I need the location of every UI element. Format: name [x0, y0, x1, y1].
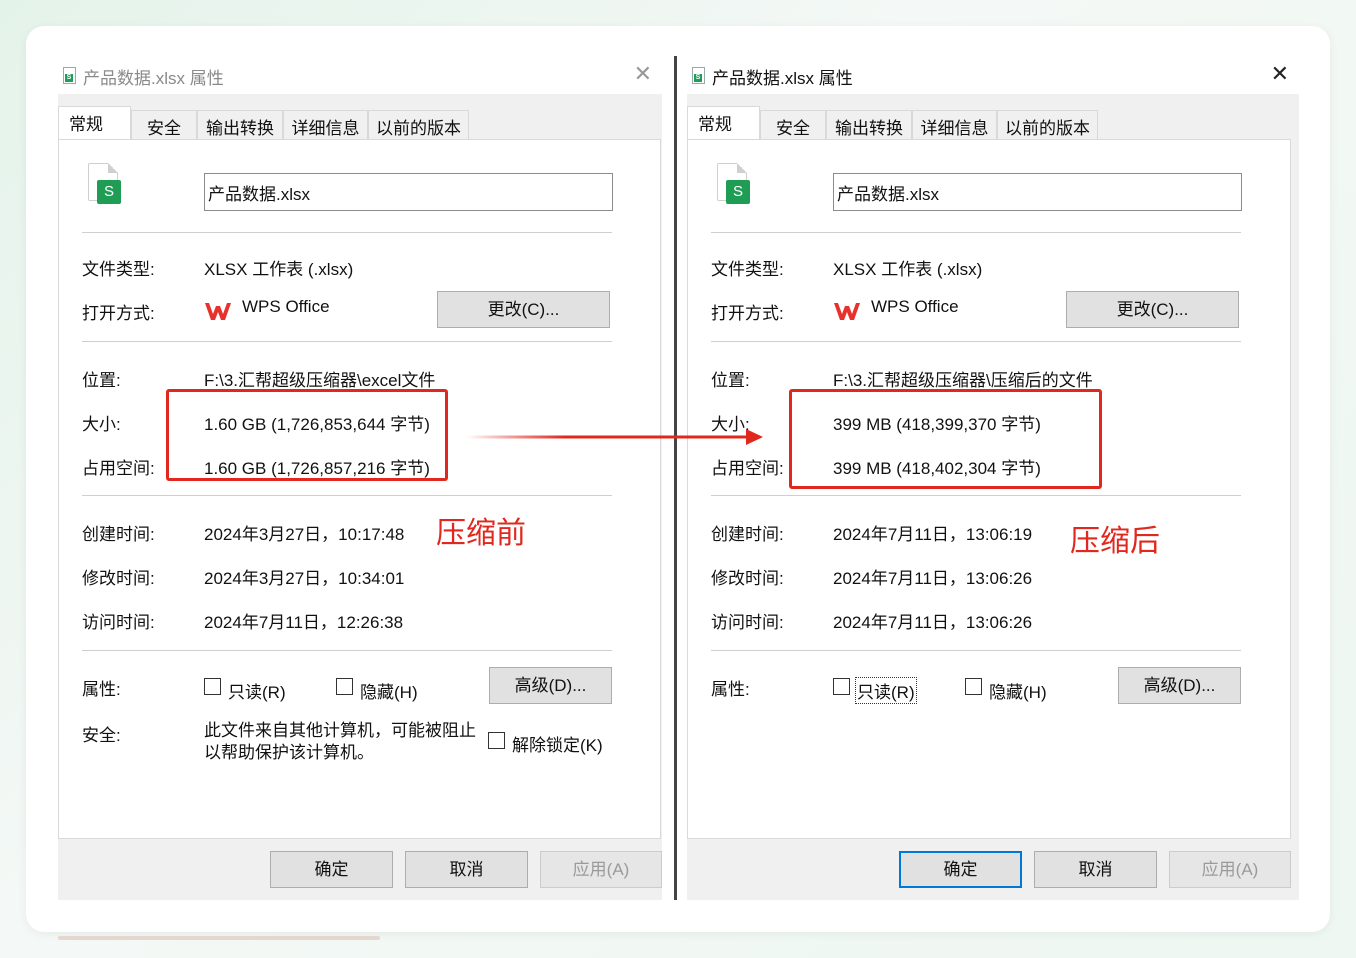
location-label: 位置: [82, 371, 121, 390]
file-type-label: 文件类型: [711, 260, 784, 279]
readonly-checkbox[interactable] [204, 678, 221, 695]
title-bar: 产品数据.xlsx 属性 ✕ [687, 56, 1299, 94]
tab-previous-versions[interactable]: 以前的版本 [997, 110, 1098, 139]
tab-general[interactable]: 常规 [58, 106, 131, 140]
hidden-label[interactable]: 隐藏(H) [989, 678, 1047, 703]
accessed-label: 访问时间: [82, 613, 155, 632]
spreadsheet-file-icon [692, 67, 705, 84]
tab-security[interactable]: 安全 [760, 110, 826, 139]
before-compression-label: 压缩前 [436, 517, 526, 550]
advanced-button[interactable]: 高级(D)... [1118, 667, 1241, 704]
security-message: 此文件来自其他计算机，可能被阻止以帮助保护该计算机。 [204, 721, 476, 762]
change-button[interactable]: 更改(C)... [1066, 291, 1239, 328]
cancel-button[interactable]: 取消 [1034, 851, 1157, 888]
hidden-checkbox[interactable] [336, 678, 353, 695]
hidden-checkbox[interactable] [965, 678, 982, 695]
size-on-disk-label: 占用空间: [711, 459, 784, 478]
divider [711, 341, 1241, 342]
general-panel: S 文件类型: XLSX 工作表 (.xlsx) 打开方式: WPS Offic… [58, 139, 661, 839]
dialog-title: 产品数据.xlsx 属性 [83, 69, 224, 88]
created-label: 创建时间: [711, 525, 784, 544]
readonly-label[interactable]: 只读(R) [855, 677, 917, 704]
location-value: F:\3.汇帮超级压缩器\excel文件 [204, 371, 436, 390]
hidden-label[interactable]: 隐藏(H) [360, 678, 418, 703]
tab-details[interactable]: 详细信息 [283, 110, 368, 139]
created-value: 2024年7月11日，13:06:19 [833, 525, 1033, 544]
spreadsheet-file-icon: S [88, 163, 121, 204]
title-bar: 产品数据.xlsx 属性 ✕ [58, 56, 662, 94]
general-panel: S 文件类型: XLSX 工作表 (.xlsx) 打开方式: WPS Offic… [687, 139, 1291, 839]
divider [711, 232, 1241, 233]
size-label: 大小: [82, 415, 121, 434]
highlight-box-after [789, 389, 1102, 489]
attributes-label: 属性: [82, 680, 121, 699]
window-separator [674, 56, 677, 900]
file-name-input[interactable] [204, 173, 613, 211]
dialog-title: 产品数据.xlsx 属性 [712, 69, 853, 88]
readonly-checkbox[interactable] [833, 678, 850, 695]
spreadsheet-file-icon: S [717, 163, 750, 204]
file-type-value: XLSX 工作表 (.xlsx) [204, 260, 354, 279]
readonly-label[interactable]: 只读(R) [228, 678, 286, 703]
file-type-label: 文件类型: [82, 260, 155, 279]
tab-general[interactable]: 常规 [687, 106, 760, 140]
file-type-value: XLSX 工作表 (.xlsx) [833, 260, 983, 279]
accessed-value: 2024年7月11日，12:26:38 [204, 613, 404, 632]
divider [711, 650, 1241, 651]
scroll-indicator [58, 936, 380, 940]
open-with-value: WPS Office [242, 297, 330, 316]
apply-button[interactable]: 应用(A) [1169, 851, 1291, 888]
tab-security[interactable]: 安全 [131, 110, 197, 139]
apply-button[interactable]: 应用(A) [540, 851, 662, 888]
spreadsheet-file-icon [63, 67, 76, 84]
ok-button[interactable]: 确定 [270, 851, 393, 888]
modified-value: 2024年7月11日，13:06:26 [833, 569, 1033, 588]
highlight-box-before [166, 389, 448, 481]
after-compression-label: 压缩后 [1070, 525, 1160, 558]
created-label: 创建时间: [82, 525, 155, 544]
tab-output-conversion[interactable]: 输出转换 [826, 110, 912, 139]
created-value: 2024年3月27日，10:17:48 [204, 525, 405, 544]
modified-label: 修改时间: [711, 569, 784, 588]
change-button[interactable]: 更改(C)... [437, 291, 610, 328]
tab-previous-versions[interactable]: 以前的版本 [368, 110, 469, 139]
unblock-label[interactable]: 解除锁定(K) [512, 731, 603, 756]
accessed-value: 2024年7月11日，13:06:26 [833, 613, 1033, 632]
attributes-label: 属性: [711, 680, 750, 699]
divider [82, 495, 612, 496]
ok-button[interactable]: 确定 [899, 851, 1022, 888]
close-icon[interactable]: ✕ [634, 62, 652, 86]
location-label: 位置: [711, 371, 750, 390]
size-on-disk-label: 占用空间: [82, 459, 155, 478]
divider [82, 232, 612, 233]
unblock-checkbox[interactable] [488, 732, 505, 749]
location-value: F:\3.汇帮超级压缩器\压缩后的文件 [833, 371, 1093, 390]
open-with-label: 打开方式: [711, 304, 784, 323]
tab-details[interactable]: 详细信息 [912, 110, 997, 139]
advanced-button[interactable]: 高级(D)... [489, 667, 612, 704]
cancel-button[interactable]: 取消 [405, 851, 528, 888]
close-icon[interactable]: ✕ [1271, 62, 1289, 86]
divider [711, 495, 1241, 496]
modified-label: 修改时间: [82, 569, 155, 588]
divider [82, 341, 612, 342]
accessed-label: 访问时间: [711, 613, 784, 632]
file-name-input[interactable] [833, 173, 1242, 211]
open-with-value: WPS Office [871, 297, 959, 316]
wps-logo-icon [834, 303, 860, 320]
open-with-label: 打开方式: [82, 304, 155, 323]
security-label: 安全: [82, 726, 121, 745]
modified-value: 2024年3月27日，10:34:01 [204, 569, 405, 588]
tab-output-conversion[interactable]: 输出转换 [197, 110, 283, 139]
divider [82, 650, 612, 651]
arrow-icon [466, 429, 763, 445]
wps-logo-icon [205, 303, 231, 320]
